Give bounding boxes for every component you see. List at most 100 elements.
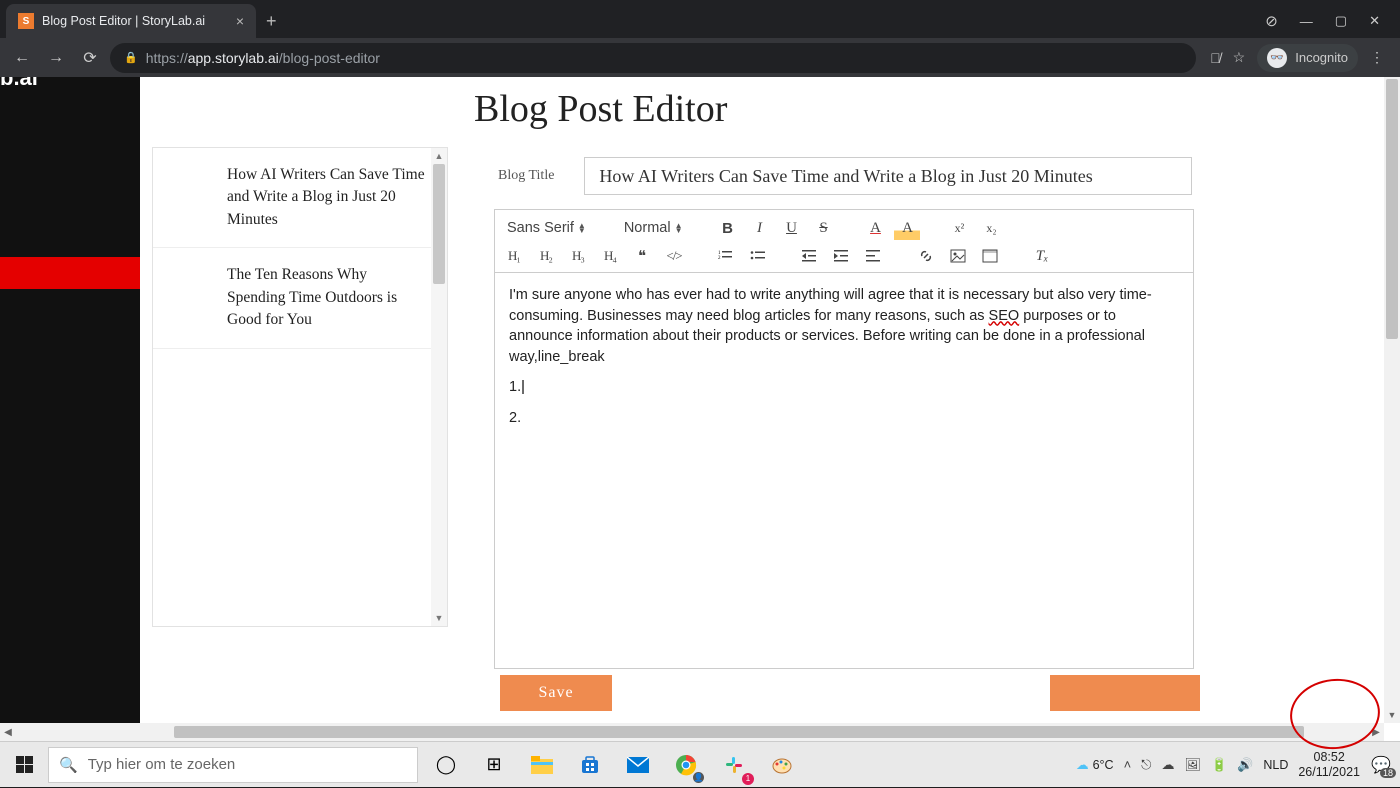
secondary-button[interactable]	[1050, 675, 1200, 711]
close-window-icon[interactable]: ✕	[1369, 13, 1380, 29]
outline-item[interactable]: The Ten Reasons Why Spending Time Outdoo…	[153, 248, 447, 348]
incognito-icon: 👓	[1267, 48, 1287, 68]
scroll-down-icon[interactable]: ▼	[431, 610, 447, 626]
ms-store-icon[interactable]	[570, 745, 610, 785]
scroll-up-icon[interactable]: ▲	[431, 148, 447, 164]
superscript-button[interactable]: x²	[946, 216, 972, 240]
sidebar-item-active[interactable]: uns	[0, 257, 140, 289]
strikethrough-button[interactable]: S	[810, 216, 836, 240]
image-button[interactable]	[945, 244, 971, 268]
highlight-button[interactable]: A	[894, 216, 920, 240]
h2-button[interactable]: H₂	[533, 244, 559, 268]
battery-icon[interactable]: 🔋	[1211, 757, 1227, 773]
onedrive-icon[interactable]: ☁	[1161, 757, 1174, 773]
cortana-icon[interactable]: ◯	[426, 745, 466, 785]
page-viewport: b.ai uns or lline iption ine Blog Post E…	[0, 77, 1400, 741]
align-button[interactable]	[861, 244, 887, 268]
search-placeholder: Typ hier om te zoeken	[88, 756, 236, 773]
link-button[interactable]	[913, 244, 939, 268]
kebab-menu-icon[interactable]: ⋮	[1370, 49, 1384, 66]
url-host: app.storylab.ai	[188, 50, 279, 66]
sidebar-item[interactable]: ine	[0, 611, 140, 643]
scroll-left-icon[interactable]: ◀	[0, 723, 16, 741]
windows-logo-icon	[16, 756, 33, 773]
close-tab-icon[interactable]: ×	[236, 13, 244, 29]
address-bar: ← → ⟳ 🔒 https://app.storylab.ai/blog-pos…	[0, 38, 1400, 77]
scroll-down-icon[interactable]: ▼	[1384, 707, 1400, 723]
outline-item[interactable]: How AI Writers Can Save Time and Write a…	[153, 148, 447, 248]
forward-button[interactable]: →	[42, 44, 70, 72]
video-button[interactable]	[977, 244, 1003, 268]
svg-text:2: 2	[718, 256, 721, 261]
weather-widget[interactable]: ☁ 6°C	[1076, 757, 1113, 772]
tab-favicon: S	[18, 13, 34, 29]
tab-title: Blog Post Editor | StoryLab.ai	[42, 14, 205, 28]
browser-tab[interactable]: S Blog Post Editor | StoryLab.ai ×	[6, 4, 256, 38]
input-lang-indicator[interactable]: NLD	[1263, 758, 1288, 772]
content-area: Blog Post Editor How AI Writers Can Save…	[140, 77, 1400, 741]
font-family-select[interactable]: Sans Serif ▲▼	[501, 220, 592, 236]
blockquote-button[interactable]: ❝	[629, 244, 655, 268]
back-button[interactable]: ←	[8, 44, 36, 72]
maximize-icon[interactable]: ▢	[1335, 13, 1347, 29]
text-color-button[interactable]: A	[862, 216, 888, 240]
new-tab-button[interactable]: +	[256, 4, 287, 38]
star-icon[interactable]: ☆	[1233, 49, 1246, 66]
taskbar-search[interactable]: 🔍 Typ hier om te zoeken	[48, 747, 418, 783]
url-input[interactable]: 🔒 https://app.storylab.ai/blog-post-edit…	[110, 43, 1196, 73]
chevron-up-icon[interactable]: ˄	[1124, 757, 1132, 772]
action-buttons: Save	[500, 675, 1200, 711]
h1-button[interactable]: H₁	[501, 244, 527, 268]
indent-button[interactable]	[829, 244, 855, 268]
horizontal-scrollbar[interactable]: ◀ ▶	[0, 723, 1384, 741]
system-tray: ☁ 6°C ˄ ⎋ ☁ 🖼 🔋 🔊 NLD 08:52 26/11/2021 💬…	[1076, 750, 1400, 779]
unordered-list-button[interactable]	[745, 244, 771, 268]
italic-button[interactable]: I	[746, 216, 772, 240]
subscript-button[interactable]: x₂	[978, 216, 1004, 240]
incognito-label: Incognito	[1295, 50, 1348, 65]
mail-icon[interactable]	[618, 745, 658, 785]
outdent-button[interactable]	[797, 244, 823, 268]
incognito-indicator[interactable]: 👓 Incognito	[1257, 44, 1358, 72]
bold-button[interactable]: B	[714, 216, 740, 240]
save-button[interactable]: Save	[500, 675, 612, 711]
sidebar-item[interactable]: iption	[0, 579, 140, 611]
slack-icon[interactable]: 1	[714, 745, 754, 785]
shield-icon[interactable]: ⊘	[1265, 12, 1278, 30]
scroll-thumb[interactable]	[433, 164, 445, 284]
scroll-thumb[interactable]	[1386, 79, 1398, 339]
scroll-right-icon[interactable]: ▶	[1368, 723, 1384, 741]
minimize-icon[interactable]: —	[1300, 14, 1313, 29]
sidebar-item[interactable]: or	[0, 311, 140, 343]
update-icon[interactable]: 🖼	[1184, 757, 1201, 773]
font-size-select[interactable]: Normal ▲▼	[618, 220, 689, 236]
addr-right: 👁̸ ☆ 👓 Incognito ⋮	[1202, 44, 1392, 72]
start-button[interactable]	[0, 742, 48, 788]
eye-off-icon[interactable]: 👁̸	[1210, 50, 1221, 66]
code-block-button[interactable]: </>	[661, 244, 687, 268]
reload-button[interactable]: ⟳	[76, 44, 104, 72]
sidebar-item[interactable]: lline	[0, 547, 140, 579]
volume-icon[interactable]: 🔊	[1237, 757, 1253, 773]
h4-button[interactable]: H₄	[597, 244, 623, 268]
battery-saver-icon[interactable]: ⎋	[1141, 757, 1151, 773]
h3-button[interactable]: H₃	[565, 244, 591, 268]
outline-scrollbar[interactable]: ▲ ▼	[431, 148, 447, 626]
file-explorer-icon[interactable]	[522, 745, 562, 785]
paint-icon[interactable]	[762, 745, 802, 785]
action-center-icon[interactable]: 💬18	[1370, 754, 1392, 776]
task-view-icon[interactable]: ⊞	[474, 745, 514, 785]
scroll-thumb[interactable]	[174, 726, 1304, 738]
editor-content[interactable]: I'm sure anyone who has ever had to writ…	[495, 273, 1193, 668]
clock[interactable]: 08:52 26/11/2021	[1298, 750, 1360, 779]
clear-format-button[interactable]: Tₓ	[1029, 244, 1055, 268]
editor-toolbar: Sans Serif ▲▼ Normal ▲▼ B I U S A A	[495, 210, 1193, 273]
vertical-scrollbar[interactable]: ▲ ▼	[1384, 77, 1400, 723]
blog-title-input[interactable]: How AI Writers Can Save Time and Write a…	[584, 157, 1192, 195]
ordered-list-button[interactable]: 12	[713, 244, 739, 268]
windows-taskbar: 🔍 Typ hier om te zoeken ◯ ⊞ 👤 1 ☁ 6°C	[0, 741, 1400, 787]
window-controls: ⊘ — ▢ ✕	[1265, 4, 1394, 38]
app-logo: b.ai	[0, 77, 38, 97]
chrome-icon[interactable]: 👤	[666, 745, 706, 785]
underline-button[interactable]: U	[778, 216, 804, 240]
